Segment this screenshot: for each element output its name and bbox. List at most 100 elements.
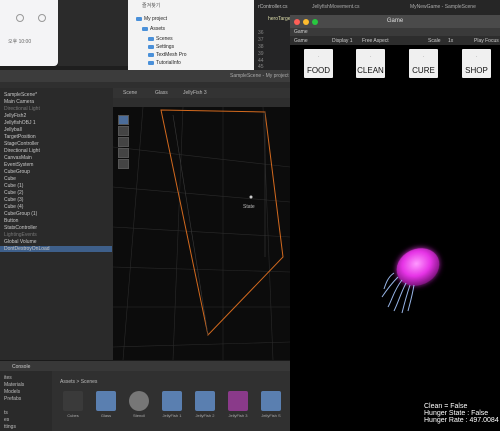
hierarchy-item[interactable]: Button (4, 218, 18, 224)
hierarchy-item[interactable]: StatsController (4, 225, 37, 231)
tab-console[interactable]: Console (12, 364, 30, 370)
hierarchy-item[interactable]: Main Camera (4, 99, 34, 105)
hierarchy-item[interactable]: LightingEvents (4, 232, 37, 238)
search-icon[interactable] (16, 14, 24, 22)
hierarchy-item[interactable]: Cube (2) (4, 190, 23, 196)
clean-status: Clean = False (424, 403, 468, 410)
finder-item[interactable]: TextMesh Pro (148, 52, 187, 60)
hierarchy-item[interactable]: Cube (4, 176, 16, 182)
project-folder-item[interactable]: ttings (4, 424, 16, 430)
asset-tile[interactable]: Glass (95, 391, 117, 418)
background-tabs: JellyfishMovement.cs MyNewGame - SampleS… (290, 0, 500, 15)
aspect-dropdown[interactable]: Free Aspect (362, 38, 389, 44)
project-folder-item[interactable]: Prefabs (4, 396, 21, 402)
breadcrumb: Assets > Scenes (60, 379, 98, 385)
folder-icon (142, 26, 148, 31)
asset-tile[interactable]: JellyFish 1 (161, 391, 183, 418)
hierarchy-item[interactable]: EventSystem (4, 162, 33, 168)
hierarchy-item[interactable]: SampleScene* (4, 92, 37, 98)
line-number: 39 (258, 51, 264, 57)
play-focus-dropdown[interactable]: Play Focus (474, 38, 499, 44)
project-folder-item[interactable]: es (4, 417, 9, 423)
rect-tool-icon[interactable] (118, 159, 129, 169)
game-tabbar: Game (290, 28, 500, 36)
project-folder-item[interactable]: Materials (4, 382, 24, 388)
folder-icon (148, 60, 154, 65)
finder-item[interactable]: TutorialInfo (148, 60, 181, 68)
hierarchy-item[interactable]: Cube (4) (4, 204, 23, 210)
game-view[interactable]: - FOOD - CLEAN - CURE - SHOP Clean = Fal… (290, 45, 500, 431)
hunger-rate: Hunger Rate : 497.0084 (424, 417, 499, 424)
hierarchy-item[interactable]: CubeGroup (1) (4, 211, 37, 217)
hierarchy-item[interactable]: Global Volume (4, 239, 37, 245)
asset-label: JellyFish 2 (195, 413, 215, 418)
hierarchy-item[interactable]: Directional Light (4, 148, 40, 154)
rotate-tool-icon[interactable] (118, 137, 129, 147)
desktop-gap (58, 0, 128, 66)
hierarchy-item[interactable]: JellyFish2 (4, 113, 26, 119)
scene-toolbar (113, 98, 290, 107)
asset-tile[interactable]: Cubes (62, 391, 84, 418)
hunger-state: Hunger State : False (424, 410, 489, 417)
asset-tile[interactable]: JellyFish S (260, 391, 282, 418)
asset-label: JellyFish 3 (228, 413, 248, 418)
hierarchy-item[interactable]: Jellyball (4, 127, 22, 133)
scene-view[interactable]: State (113, 107, 290, 360)
code-snippet: heroTarge (268, 16, 291, 22)
project-folder-item[interactable]: ites (4, 375, 12, 381)
hierarchy-item[interactable]: StageController (4, 141, 39, 147)
hierarchy-item[interactable]: TargetPosition (4, 134, 36, 140)
finder-item[interactable]: Scenes (148, 36, 173, 44)
asset-tile[interactable]: Stencil (128, 391, 150, 418)
project-folder-item[interactable]: Models (4, 389, 20, 395)
scale-tool-icon[interactable] (118, 148, 129, 158)
compose-icon[interactable] (38, 14, 46, 22)
hierarchy-panel: SampleScene* Main Camera Directional Light… (0, 88, 114, 360)
tab-scene[interactable]: Scene (123, 90, 137, 96)
hand-tool-icon[interactable] (118, 115, 129, 125)
finder-window: 즐겨찾기 My project Assets Scenes Settings T… (128, 0, 254, 70)
game-mode-dropdown[interactable]: Game (294, 38, 308, 44)
hierarchy-item[interactable]: Directional Light (4, 106, 40, 112)
finder-item[interactable]: My project (136, 16, 167, 24)
hierarchy-item[interactable]: Cube (3) (4, 197, 23, 203)
project-folder-item[interactable]: ts (4, 410, 8, 416)
code-editor: rController.cs heroTarge 36 37 38 39 44 … (254, 0, 291, 70)
game-window-title: Game (386, 18, 404, 24)
move-tool-icon[interactable] (118, 126, 129, 136)
folder-icon (148, 52, 154, 57)
asset-thumbnail-icon (228, 391, 248, 411)
editor-tab[interactable]: rController.cs (258, 4, 287, 10)
finder-item[interactable]: Settings (148, 44, 174, 52)
finder-item[interactable]: Assets (142, 26, 165, 34)
tab-mynewgame[interactable]: MyNewGame - SampleScene (410, 4, 476, 10)
asset-thumbnail-icon (63, 391, 83, 411)
hierarchy-item[interactable]: DontDestroyOnLoad (0, 246, 112, 252)
folder-icon (148, 36, 154, 41)
project-folders: ites Materials Models Prefabs ts es ttings (0, 371, 52, 431)
asset-label: Stencil (132, 413, 145, 418)
line-number: 37 (258, 37, 264, 43)
scene-geometry (113, 107, 290, 360)
hierarchy-item[interactable]: CubeGroup (4, 169, 30, 175)
jellyfish-sprite (381, 248, 440, 314)
hierarchy-item[interactable]: CanvasMain (4, 155, 32, 161)
tab-glass[interactable]: Glass (155, 90, 168, 96)
asset-label: Cubes (67, 413, 79, 418)
asset-thumbnail-icon (261, 391, 281, 411)
hierarchy-item[interactable]: Cube (1) (4, 183, 23, 189)
asset-label: Glass (100, 413, 112, 418)
tab-game[interactable]: Game (294, 29, 308, 35)
asset-tile[interactable]: JellyFish 2 (194, 391, 216, 418)
line-number: 38 (258, 44, 264, 50)
asset-label: JellyFish S (261, 413, 281, 418)
asset-thumbnail-icon (129, 391, 149, 411)
tab-jellyfish-script[interactable]: JellyfishMovement.cs (312, 4, 360, 10)
hierarchy-item[interactable]: JellyfishOBJ 1 (4, 120, 36, 126)
display-dropdown[interactable]: Display 1 (332, 38, 353, 44)
note-time: 오후 10:00 (8, 39, 32, 45)
scale-value[interactable]: 1x (448, 38, 453, 44)
tab-jellyfish[interactable]: JellyFish 3 (183, 90, 207, 96)
line-number: 36 (258, 30, 264, 36)
asset-tile[interactable]: JellyFish 3 (227, 391, 249, 418)
